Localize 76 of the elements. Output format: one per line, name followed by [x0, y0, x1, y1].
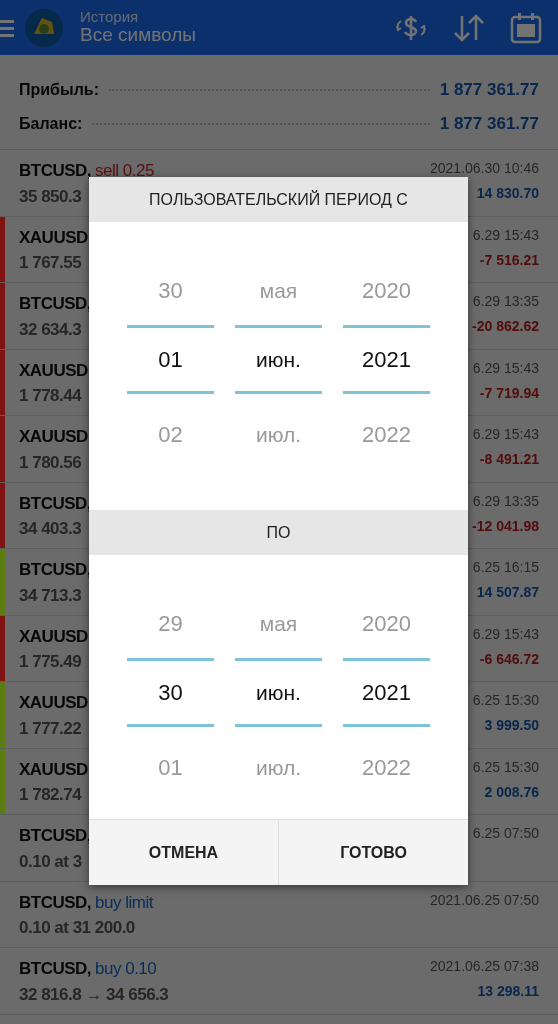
picker-item[interactable]: 01: [127, 727, 214, 808]
deal-symbol: BTCUSD,: [19, 492, 92, 515]
picker-item[interactable]: июл.: [235, 727, 322, 808]
deal-time: 6.29 15:43: [472, 358, 539, 378]
deal-symbol: BTCUSD,: [19, 958, 92, 980]
deal-profit: -20 862.62: [472, 317, 539, 336]
dialog-section-title: ПО: [89, 510, 468, 555]
deal-profit: 2 008.76: [484, 782, 539, 802]
picker-item[interactable]: июн.: [235, 658, 322, 727]
deal-prices: 0.10 at 31 200.0: [19, 917, 135, 939]
deal-prices: 1 777.22: [19, 717, 82, 740]
deal-prices: 1 775.49: [19, 651, 82, 673]
dialog-section-title: ПОЛЬЗОВАТЕЛЬСКИЙ ПЕРИОД С: [89, 177, 468, 222]
deal-time: 6.29 15:43: [472, 624, 539, 644]
deal-profit: 14 830.70: [476, 184, 539, 203]
deal-profit: -8 491.21: [479, 450, 539, 469]
deal-symbol: BTCUSD,: [19, 891, 92, 914]
picker-item[interactable]: 30: [127, 658, 214, 727]
deal-action: buy limit: [95, 891, 153, 914]
picker-item[interactable]: 2022: [343, 394, 430, 475]
calendar-icon[interactable]: [510, 11, 542, 44]
sort-icon[interactable]: [452, 12, 486, 43]
picker-item[interactable]: 2021: [343, 325, 430, 394]
summary-value: 1 877 361.77: [439, 79, 539, 102]
deal-prices: 34 403.3: [19, 518, 82, 540]
dialog-button[interactable]: ГОТОВО: [278, 819, 468, 885]
deal-row[interactable]: BTCUSD, buy 0.10 32 816.8 → 34 656.3 2021.06.25 07:38 13 298.11: [0, 948, 558, 1015]
deal-prices: 32 816.8 → 34 656.3: [19, 983, 169, 1006]
deal-prices: 1 778.44: [19, 385, 82, 407]
deal-profit: -7 719.94: [479, 383, 539, 403]
deal-profit: 14 507.87: [476, 583, 539, 602]
deal-symbol: XAUUSD: [19, 226, 88, 249]
deal-profit: -7 516.21: [479, 250, 539, 270]
logo-icon: [24, 7, 64, 48]
deal-time: 6.29 15:43: [472, 225, 539, 245]
deal-profit: -12 041.98: [472, 516, 539, 536]
picker-item[interactable]: 2021: [343, 658, 430, 727]
deal-action: buy 0.10: [95, 958, 157, 980]
picker-item[interactable]: июн.: [235, 325, 322, 394]
summary-label: Прибыль:: [19, 80, 99, 100]
deal-symbol: XAUUSD: [19, 359, 88, 382]
deal-time: 2021.06.25 07:38: [430, 957, 539, 976]
deal-prices: 1 780.56: [19, 451, 82, 474]
deal-symbol: XAUUSD: [19, 692, 88, 714]
deal-prices: 34 713.3: [19, 584, 82, 607]
deal-symbol: BTCUSD,: [19, 160, 92, 182]
summary-label: Баланс:: [19, 114, 83, 134]
deal-prices: 32 634.3: [19, 318, 82, 341]
deal-time: 6.25 15:30: [472, 757, 539, 777]
deal-symbol: BTCUSD,: [19, 559, 92, 581]
deal-prices: 1 767.55: [19, 252, 82, 274]
deal-time: 6.25 15:30: [472, 691, 539, 710]
deal-profit: -6 646.72: [479, 649, 539, 669]
deal-symbol: BTCUSD,: [19, 293, 92, 315]
summary-value: 1 877 361.77: [439, 113, 539, 136]
deal-symbol: XAUUSD: [19, 426, 88, 448]
deal-time: 2021.06.25 07:50: [430, 890, 539, 910]
picker-item[interactable]: 01: [127, 325, 214, 394]
deal-symbol: BTCUSD,: [19, 825, 92, 847]
deal-symbol: XAUUSD: [19, 625, 88, 648]
deal-prices: 35 850.3: [19, 185, 82, 208]
picker-item[interactable]: 2022: [343, 727, 430, 808]
screen-title: История: [80, 8, 140, 24]
deal-prices: 0.10 at 3: [19, 850, 82, 873]
deal-symbol: XAUUSD: [19, 758, 88, 781]
deal-time: 6.29 13:35: [472, 292, 539, 311]
deal-profit: 13 298.11: [477, 982, 539, 1001]
deal-time: 2021.06.30 10:46: [430, 159, 539, 178]
deal-prices: 1 782.74: [19, 784, 82, 806]
picker-item[interactable]: 02: [127, 394, 214, 475]
deal-time: 6.29 15:43: [472, 425, 539, 444]
picker-item[interactable]: июл.: [235, 394, 322, 475]
deal-time: 6.25 07:50: [472, 824, 539, 843]
deal-time: 6.25 16:15: [472, 558, 539, 577]
deal-profit: 3 999.50: [484, 716, 539, 735]
deal-time: 6.29 13:35: [472, 491, 539, 511]
